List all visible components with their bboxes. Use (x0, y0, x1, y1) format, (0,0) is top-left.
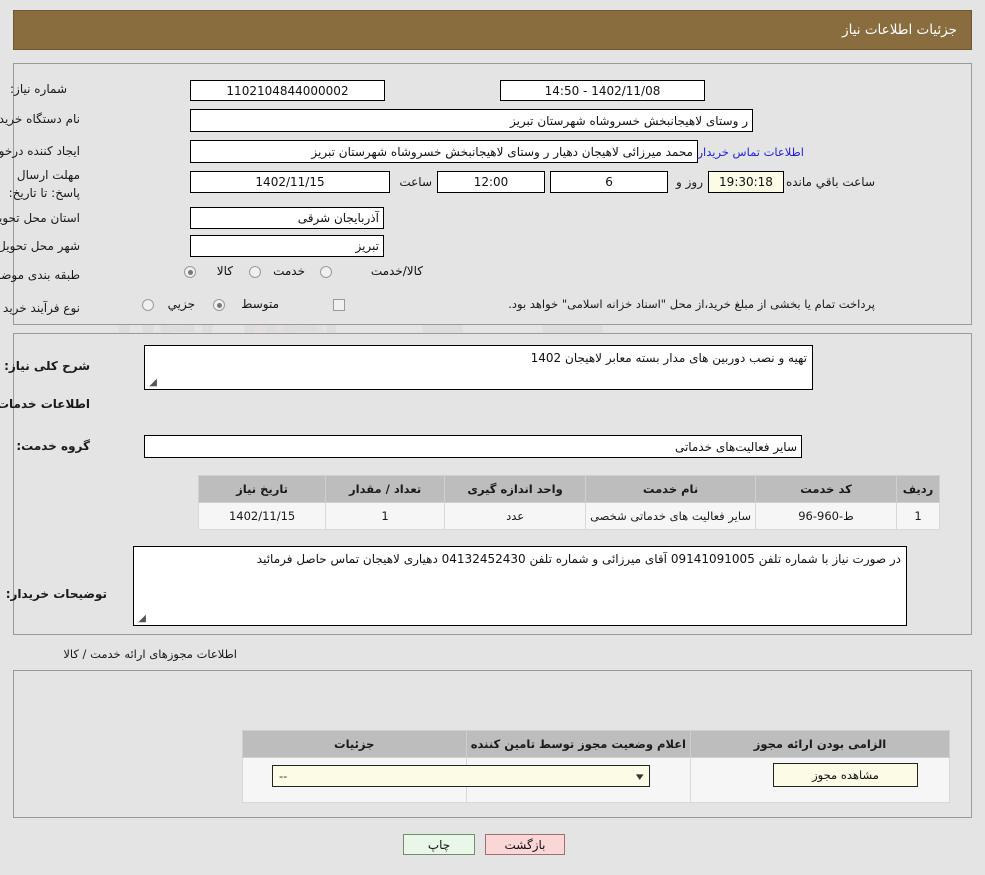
deadline-date-value: 1402/11/15 (190, 171, 390, 193)
cell-quantity: 1 (325, 502, 446, 530)
permits-table-header-row: الزامی بودن ارائه مجوز اعلام وضعیت مجوز … (241, 730, 950, 758)
category-label: طبقه بندی موضوعی: (0, 268, 80, 282)
buyer-notes-value: در صورت نیاز با شماره تلفن 09141091005 آ… (256, 552, 901, 566)
th-unit: واحد اندازه گیری (444, 475, 587, 503)
page-header: جزئیات اطلاعات نیاز (13, 10, 972, 50)
deadline-hour-label: ساعت (399, 175, 432, 189)
requester-label: ایجاد کننده درخواست: (0, 144, 80, 158)
remaining-time-value: 19:30:18 (708, 171, 784, 193)
th-row-no: ردیف (896, 475, 940, 503)
back-button[interactable]: بازگشت (485, 834, 565, 855)
city-label: شهر محل تحویل: (0, 239, 80, 253)
need-desc-textarea[interactable]: تهیه و نصب دوربین های مدار بسته معابر لا… (144, 345, 813, 390)
cell-unit: عدد (444, 502, 587, 530)
announce-datetime-value: 1402/11/08 - 14:50 (500, 80, 705, 101)
radio-process-motevasset[interactable] (213, 299, 225, 311)
th-service-code: کد خدمت (755, 475, 897, 503)
cell-service-name: سایر فعالیت های خدماتی شخصی (585, 502, 756, 530)
th-permit-required: الزامی بودن ارائه مجوز (690, 730, 950, 758)
permit-status-select[interactable]: ▾ -- (272, 765, 650, 787)
buyer-contact-link[interactable]: اطلاعات تماس خریدار (697, 145, 804, 159)
radio-process-jozee-label: جزيي (167, 297, 195, 311)
th-need-date: تاریخ نیاز (198, 475, 327, 503)
city-value: تبریز (190, 235, 384, 257)
th-service-name: نام خدمت (585, 475, 756, 503)
th-quantity: تعداد / مقدار (325, 475, 446, 503)
requester-value: محمد میرزائی لاهیجان دهیار ر وستای لاهیج… (190, 140, 698, 163)
buyer-org-label: نام دستگاه خریدار: (0, 112, 80, 126)
need-desc-label: شرح کلی نیاز: (4, 359, 90, 373)
th-permit-details: جزئیات (241, 730, 467, 758)
cell-row-no: 1 (896, 502, 940, 530)
page-root: جزئیات اطلاعات نیاز AriaTender.net شماره… (0, 0, 985, 875)
print-button[interactable]: چاپ (403, 834, 475, 855)
th-permit-status: اعلام وضعیت مجوز توسط تامین کننده (465, 730, 692, 758)
permit-status-value: -- (279, 769, 288, 783)
service-group-label: گروه خدمت: (16, 439, 90, 453)
deadline-hour-value: 12:00 (437, 171, 545, 193)
permits-section-title: اطلاعات مجوزهای ارائه خدمت / کالا (63, 647, 237, 661)
need-summary-panel (13, 63, 972, 325)
need-number-label: شماره نیاز: (10, 82, 67, 96)
view-permit-button[interactable]: مشاهده مجوز (773, 763, 918, 787)
services-table: ردیف کد خدمت نام خدمت واحد اندازه گیری ت… (198, 475, 940, 530)
cell-service-code: ط-960-96 (755, 502, 897, 530)
need-number-value: 1102104844000002 (190, 80, 385, 101)
page-title: جزئیات اطلاعات نیاز (842, 22, 957, 38)
services-section-title: اطلاعات خدمات مورد نیاز (0, 397, 90, 411)
remaining-days-value: 6 (550, 171, 668, 193)
service-group-value: سایر فعالیت‌های خدماتی (144, 435, 802, 458)
radio-category-khedmat-label: خدمت (273, 264, 305, 278)
remaining-days-label: روز و (676, 175, 703, 189)
remaining-time-label: ساعت باقي مانده (785, 175, 875, 189)
treasury-checkbox[interactable] (333, 299, 345, 311)
buyer-org-value: ر وستای لاهیجانبخش خسروشاه شهرستان تبریز (190, 109, 753, 132)
treasury-note: پرداخت تمام یا بخشی از مبلغ خرید،از محل … (508, 297, 875, 311)
buyer-notes-textarea[interactable]: در صورت نیاز با شماره تلفن 09141091005 آ… (133, 546, 907, 626)
resize-grip-icon[interactable]: ◢ (147, 378, 157, 388)
radio-category-kala-khedmat-label: کالا/خدمت (370, 264, 423, 278)
buyer-notes-label: توضیحات خریدار: (5, 587, 107, 601)
deadline-label: مهلت ارسال پاسخ: تا تاریخ: (8, 168, 80, 200)
radio-process-motevasset-label: متوسط (241, 297, 279, 311)
need-desc-value: تهیه و نصب دوربین های مدار بسته معابر لا… (530, 351, 807, 365)
radio-category-khedmat[interactable] (249, 266, 261, 278)
process-label: نوع فرآیند خرید : (0, 301, 80, 315)
radio-category-kala-khedmat[interactable] (320, 266, 332, 278)
services-table-header-row: ردیف کد خدمت نام خدمت واحد اندازه گیری ت… (198, 475, 940, 503)
province-label: استان محل تحویل: (0, 211, 80, 225)
resize-grip-icon[interactable]: ◢ (136, 614, 146, 624)
radio-category-kala[interactable] (184, 266, 196, 278)
chevron-down-icon: ▾ (636, 769, 645, 783)
province-value: آذربایجان شرقی (190, 207, 384, 229)
cell-need-date: 1402/11/15 (198, 502, 327, 530)
radio-process-jozee[interactable] (142, 299, 154, 311)
radio-category-kala-label: کالا (216, 264, 233, 278)
table-row: 1 ط-960-96 سایر فعالیت های خدماتی شخصی ع… (198, 502, 940, 530)
